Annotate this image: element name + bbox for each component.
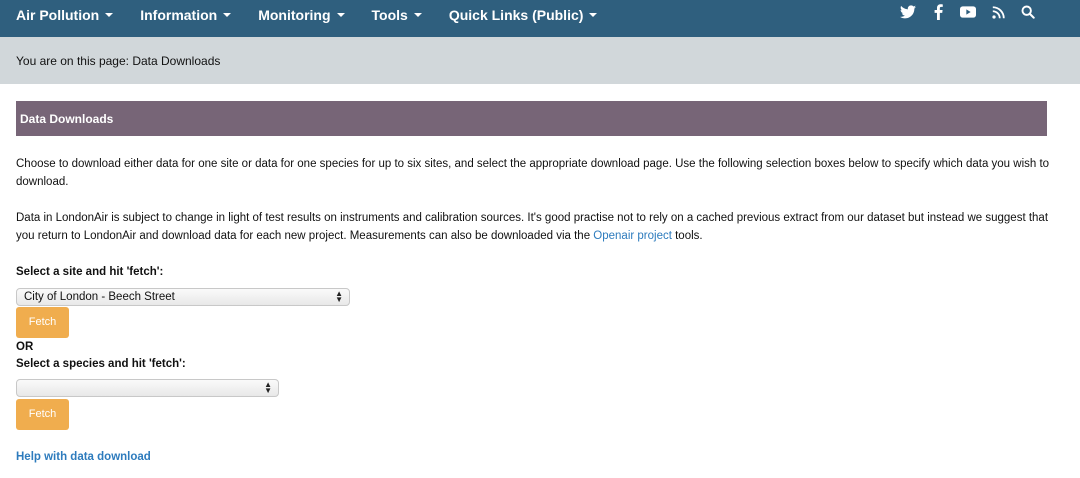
facebook-icon[interactable] <box>930 4 946 20</box>
search-icon[interactable] <box>1020 4 1036 20</box>
site-select[interactable]: City of London - Beech Street ▲ ▼ <box>16 288 350 306</box>
or-separator: OR <box>16 341 34 353</box>
main-menu: Air Pollution Information Monitoring Too… <box>16 0 624 30</box>
social-icons <box>886 4 1036 20</box>
twitter-icon[interactable] <box>900 4 916 20</box>
chevron-down-icon <box>223 13 232 17</box>
nav-tools[interactable]: Tools <box>372 7 422 23</box>
site-select-label: Select a site and hit 'fetch': <box>16 266 164 278</box>
disclaimer-text: Data in LondonAir is subject to change i… <box>16 212 1049 242</box>
nav-air-pollution-label: Air Pollution <box>16 7 100 23</box>
site-select-value: City of London - Beech Street <box>24 291 175 303</box>
nav-quick-links-label: Quick Links (Public) <box>448 7 584 23</box>
breadcrumb-text: You are on this page: Data Downloads <box>16 54 221 68</box>
panel-heading: Data Downloads <box>16 101 1047 136</box>
nav-air-pollution[interactable]: Air Pollution <box>16 7 114 23</box>
top-navigation-bar: Air Pollution Information Monitoring Too… <box>0 0 1080 37</box>
nav-monitoring[interactable]: Monitoring <box>258 7 345 23</box>
page-title: Data Downloads <box>20 112 114 126</box>
rss-icon[interactable] <box>990 4 1006 20</box>
select-arrows-icon: ▲ ▼ <box>264 380 272 395</box>
species-select[interactable]: ▲ ▼ <box>16 379 279 397</box>
nav-monitoring-label: Monitoring <box>258 7 331 23</box>
nav-information[interactable]: Information <box>140 7 232 23</box>
youtube-icon[interactable] <box>960 4 976 20</box>
chevron-down-icon <box>413 13 422 17</box>
help-data-download-link[interactable]: Help with data download <box>16 451 151 463</box>
species-select-label: Select a species and hit 'fetch': <box>16 358 186 370</box>
nav-information-label: Information <box>140 7 218 23</box>
breadcrumb: You are on this page: Data Downloads <box>0 37 1080 84</box>
chevron-down-icon <box>336 13 345 17</box>
nav-quick-links[interactable]: Quick Links (Public) <box>449 7 598 23</box>
chevron-down-icon <box>589 13 598 17</box>
chevron-down-icon <box>105 13 114 17</box>
nav-tools-label: Tools <box>371 7 408 23</box>
intro-paragraph: Choose to download either data for one s… <box>16 158 1050 188</box>
openair-project-link[interactable]: Openair project <box>593 230 672 242</box>
fetch-species-button[interactable]: Fetch <box>16 399 69 430</box>
fetch-site-button[interactable]: Fetch <box>16 307 69 338</box>
select-arrows-icon: ▲ ▼ <box>335 289 343 304</box>
disclaimer-paragraph: Data in LondonAir is subject to change i… <box>16 209 1056 245</box>
disclaimer-text-end: tools. <box>671 230 703 242</box>
